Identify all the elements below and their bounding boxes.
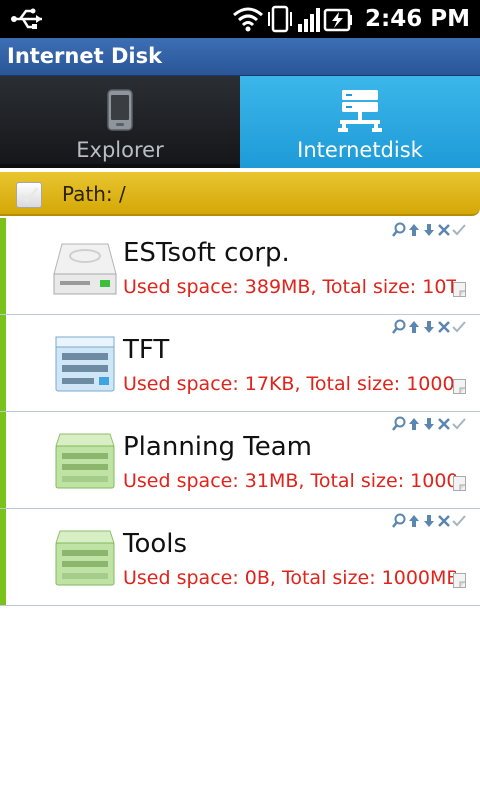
disk-info: Used space: 0B, Total size: 1000MB xyxy=(123,567,456,589)
usb-icon xyxy=(11,8,42,29)
clock: 2:46 PM xyxy=(365,6,470,32)
disk-info: Used space: 31MB, Total size: 1000... xyxy=(123,470,456,492)
upload-icon[interactable] xyxy=(407,319,421,335)
tab-internetdisk[interactable]: Internetdisk xyxy=(240,76,480,168)
disk-name: ESTsoft corp. xyxy=(123,238,290,268)
download-icon[interactable] xyxy=(422,319,436,335)
delete-icon[interactable] xyxy=(437,513,451,529)
delete-icon[interactable] xyxy=(437,222,451,238)
disk-info: Used space: 17KB, Total size: 1000... xyxy=(123,373,456,395)
row-actions xyxy=(392,222,466,240)
tab-explorer[interactable]: Explorer xyxy=(0,76,240,168)
list-item[interactable]: ESTsoft corp. Used space: 389MB, Total s… xyxy=(0,218,480,315)
disk-name: Planning Team xyxy=(123,432,312,462)
upload-icon[interactable] xyxy=(407,222,421,238)
delete-icon[interactable] xyxy=(437,416,451,432)
row-marker xyxy=(0,315,6,411)
drive-green-icon xyxy=(55,433,115,489)
upload-icon[interactable] xyxy=(407,416,421,432)
upload-icon[interactable] xyxy=(407,513,421,529)
status-bar: 2:46 PM xyxy=(0,0,480,38)
wifi-icon xyxy=(233,7,263,32)
drive-blue-icon xyxy=(55,336,115,392)
drive-green-icon xyxy=(55,530,115,586)
note-icon[interactable] xyxy=(453,282,466,297)
disk-list: ESTsoft corp. Used space: 389MB, Total s… xyxy=(0,218,480,606)
row-actions xyxy=(392,416,466,434)
tab-internetdisk-label: Internetdisk xyxy=(297,138,423,162)
download-icon[interactable] xyxy=(422,513,436,529)
list-item[interactable]: Planning Team Used space: 31MB, Total si… xyxy=(0,412,480,509)
network-icon xyxy=(338,90,382,132)
check-icon[interactable] xyxy=(452,416,466,432)
battery-charging-icon xyxy=(323,8,352,32)
title-bar: Internet Disk xyxy=(0,38,480,76)
list-item[interactable]: Tools Used space: 0B, Total size: 1000MB xyxy=(0,509,480,606)
search-icon[interactable] xyxy=(392,416,406,432)
check-icon xyxy=(20,187,39,203)
list-item[interactable]: TFT Used space: 17KB, Total size: 1000..… xyxy=(0,315,480,412)
path-bar: Path: / xyxy=(0,172,480,216)
select-all-checkbox[interactable] xyxy=(16,182,42,208)
app-title: Internet Disk xyxy=(7,44,163,68)
check-icon[interactable] xyxy=(452,319,466,335)
disk-name: TFT xyxy=(123,335,170,365)
download-icon[interactable] xyxy=(422,222,436,238)
delete-icon[interactable] xyxy=(437,319,451,335)
note-icon[interactable] xyxy=(453,379,466,394)
signal-icon xyxy=(298,8,320,32)
disk-info: Used space: 389MB, Total size: 10TB xyxy=(123,276,456,298)
row-actions xyxy=(392,513,466,531)
drive-grey-icon xyxy=(53,243,117,295)
note-icon[interactable] xyxy=(453,476,466,491)
download-icon[interactable] xyxy=(422,416,436,432)
row-marker xyxy=(0,412,6,508)
tab-bar: Explorer Internetdisk xyxy=(0,76,480,168)
disk-name: Tools xyxy=(123,529,188,559)
current-path: Path: / xyxy=(62,182,126,206)
row-marker xyxy=(0,218,6,314)
phone-icon xyxy=(107,89,133,131)
search-icon[interactable] xyxy=(392,222,406,238)
search-icon[interactable] xyxy=(392,513,406,529)
row-marker xyxy=(0,509,6,605)
note-icon[interactable] xyxy=(453,573,466,588)
vibrate-icon xyxy=(268,5,292,33)
search-icon[interactable] xyxy=(392,319,406,335)
tab-explorer-label: Explorer xyxy=(76,138,164,162)
row-actions xyxy=(392,319,466,337)
check-icon[interactable] xyxy=(452,222,466,238)
check-icon[interactable] xyxy=(452,513,466,529)
